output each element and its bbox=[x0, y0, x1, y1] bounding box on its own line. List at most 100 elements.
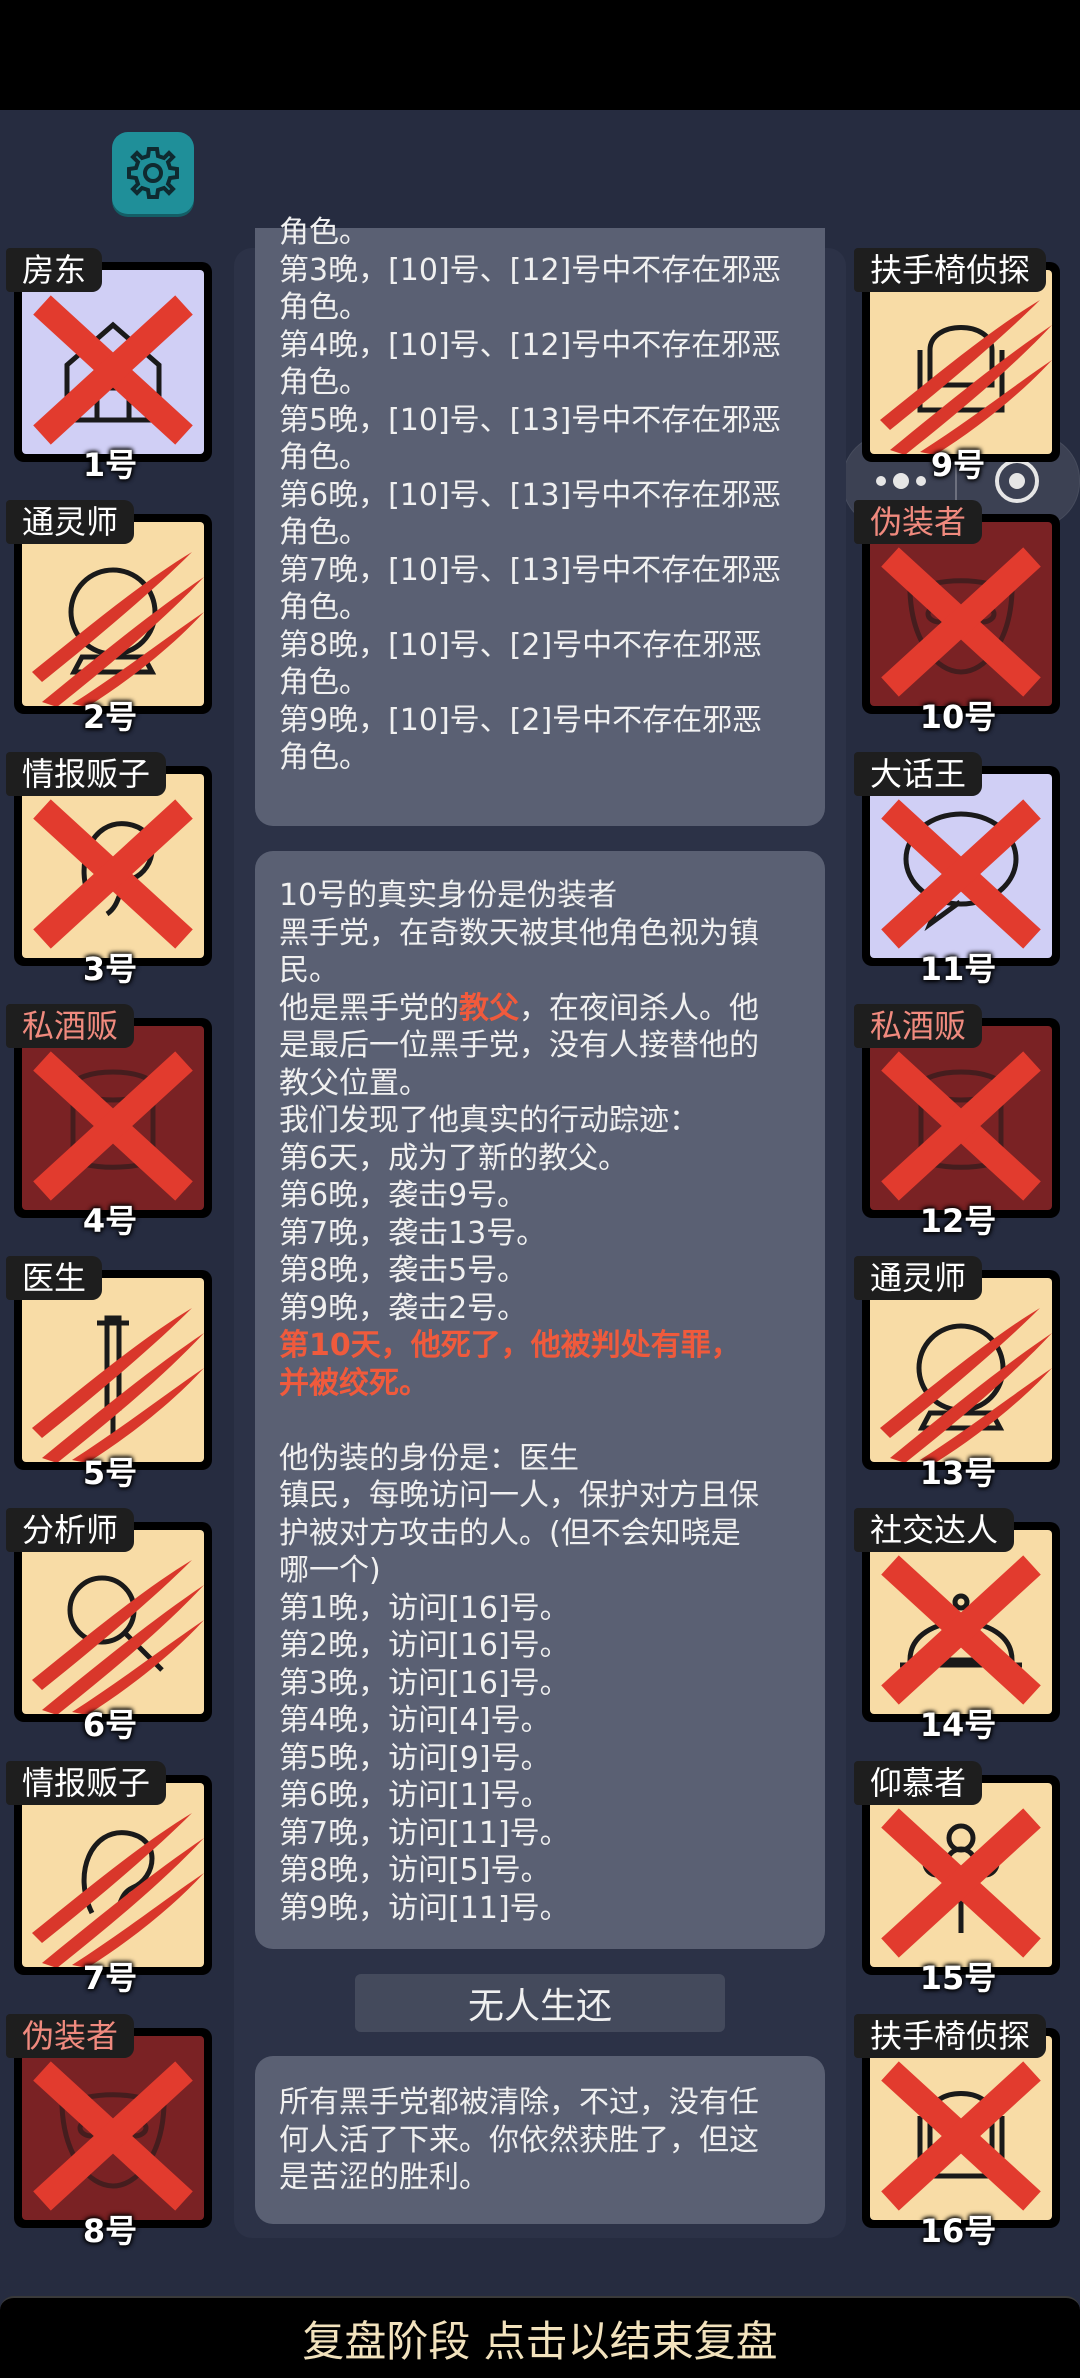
role-label: 情报贩子 bbox=[6, 1761, 167, 1805]
log-line: 角色。 bbox=[279, 740, 369, 775]
executed-x-mark bbox=[881, 799, 1041, 949]
portrait bbox=[870, 1278, 1052, 1462]
identity-line: 第9晚，访问[11]号。 bbox=[279, 1890, 570, 1926]
result-line: 所有黑手党都被清除，不过，没有任 bbox=[279, 2085, 759, 2120]
role-label: 社交达人 bbox=[854, 1508, 1015, 1552]
log-line: 第9晚，[10]号、[2]号中不存在邪恶 bbox=[279, 702, 763, 738]
executed-x-mark bbox=[33, 1051, 193, 1201]
claw-attack-mark bbox=[880, 1308, 1052, 1462]
identity-line: 10号的真实身份是伪装者 bbox=[279, 878, 618, 913]
godfather-highlight: 教父 bbox=[459, 990, 519, 1026]
role-label: 分析师 bbox=[6, 1508, 135, 1552]
identity-line: 哪一个) bbox=[279, 1553, 381, 1588]
result-text: 所有黑手党都被清除，不过，没有任 何人活了下来。你依然获胜了，但这 是苦涩的胜利… bbox=[279, 2084, 801, 2197]
player-number: 12号 bbox=[919, 1202, 997, 1240]
player-number: 6号 bbox=[82, 1706, 138, 1744]
status-bar bbox=[0, 0, 1080, 110]
identity-text: 他是黑手党的 bbox=[279, 990, 459, 1026]
player-card-left-4[interactable]: 私酒贩 4号 bbox=[6, 1004, 214, 1240]
portrait bbox=[22, 1783, 204, 1967]
executed-x-mark bbox=[33, 295, 193, 445]
portrait-frame bbox=[862, 1775, 1060, 1975]
result-card[interactable]: 所有黑手党都被清除，不过，没有任 何人活了下来。你依然获胜了，但这 是苦涩的胜利… bbox=[255, 2056, 825, 2224]
player-card-right-1[interactable]: 扶手椅侦探 9号 bbox=[854, 248, 1062, 484]
executed-x-mark bbox=[33, 799, 193, 949]
executed-x-mark bbox=[33, 2061, 193, 2211]
log-line: 角色。 bbox=[279, 365, 369, 400]
result-line: 是苦涩的胜利。 bbox=[279, 2160, 489, 2195]
player-card-right-6[interactable]: 社交达人 14号 bbox=[854, 1508, 1062, 1744]
player-card-right-5[interactable]: 通灵师 13号 bbox=[854, 1256, 1062, 1492]
log-line: 角色。 bbox=[279, 665, 369, 700]
claw-attack-mark bbox=[32, 1813, 204, 1967]
player-card-left-3[interactable]: 情报贩子 3号 bbox=[6, 752, 214, 988]
portrait bbox=[22, 270, 204, 454]
portrait bbox=[870, 2036, 1052, 2220]
player-card-right-8[interactable]: 扶手椅侦探 16号 bbox=[854, 2014, 1062, 2250]
log-line: 角色。 bbox=[279, 215, 369, 250]
identity-line: 是最后一位黑手党，没有人接替他的 bbox=[279, 1028, 759, 1063]
identity-line: 他是黑手党的教父，在夜间杀人。他 bbox=[279, 990, 801, 1028]
portrait bbox=[22, 1278, 204, 1462]
role-label: 扶手椅侦探 bbox=[854, 248, 1047, 292]
player-number: 3号 bbox=[82, 950, 138, 988]
player-card-right-3[interactable]: 大话王 11号 bbox=[854, 752, 1062, 988]
settings-button[interactable] bbox=[112, 132, 194, 214]
identity-line: 第8晚，袭击5号。 bbox=[279, 1253, 528, 1288]
end-review-button[interactable]: 复盘阶段 点击以结束复盘 bbox=[0, 2296, 1080, 2378]
identity-line: 教父位置。 bbox=[279, 1065, 429, 1101]
log-line: 第7晚，[10]号、[13]号中不存在邪恶 bbox=[279, 552, 782, 588]
log-line: 角色。 bbox=[279, 440, 369, 475]
log-line: 第4晚，[10]号、[12]号中不存在邪恶 bbox=[279, 327, 782, 363]
portrait bbox=[870, 522, 1052, 706]
player-card-right-4[interactable]: 私酒贩 12号 bbox=[854, 1004, 1062, 1240]
player-number: 1号 bbox=[82, 446, 138, 484]
log-line: 第5晚，[10]号、[13]号中不存在邪恶 bbox=[279, 402, 782, 438]
player-number: 10号 bbox=[919, 698, 997, 736]
role-label: 通灵师 bbox=[6, 500, 135, 544]
portrait bbox=[22, 774, 204, 958]
player-number: 9号 bbox=[930, 446, 986, 484]
role-label: 情报贩子 bbox=[6, 752, 167, 796]
log-line: 角色。 bbox=[279, 290, 369, 325]
player-card-left-1[interactable]: 房东 1号 bbox=[6, 248, 214, 484]
identity-line: 第7晚，袭击13号。 bbox=[279, 1215, 547, 1251]
role-label: 私酒贩 bbox=[854, 1004, 983, 1048]
investigation-log-card[interactable]: 角色。 第3晚，[10]号、[12]号中不存在邪恶 角色。 第4晚，[10]号、[12… bbox=[255, 215, 825, 826]
player-card-right-7[interactable]: 仰慕者 15号 bbox=[854, 1761, 1062, 1997]
portrait-frame bbox=[862, 1018, 1060, 1218]
identity-reveal-card[interactable]: 10号的真实身份是伪装者 黑手党，在奇数天被其他角色视为镇 民。 他是黑手党的教… bbox=[255, 851, 825, 1949]
player-card-left-2[interactable]: 通灵师 2号 bbox=[6, 500, 214, 736]
identity-line: 第5晚，访问[9]号。 bbox=[279, 1740, 551, 1776]
log-line: 角色。 bbox=[279, 590, 369, 625]
role-label: 扶手椅侦探 bbox=[854, 2014, 1047, 2058]
identity-line: 民。 bbox=[279, 953, 339, 988]
claw-attack-mark bbox=[880, 300, 1052, 454]
executed-x-mark bbox=[881, 1808, 1041, 1958]
identity-line: 护被对方攻击的人。(但不会知晓是 bbox=[279, 1515, 741, 1551]
executed-x-mark bbox=[881, 547, 1041, 697]
identity-line: 第6天，成为了新的教父。 bbox=[279, 1140, 629, 1176]
identity-line: 第4晚，访问[4]号。 bbox=[279, 1703, 551, 1738]
portrait bbox=[22, 1026, 204, 1210]
portrait-frame bbox=[862, 2028, 1060, 2228]
player-card-left-6[interactable]: 分析师 6号 bbox=[6, 1508, 214, 1744]
investigation-log-text: 角色。 第3晚，[10]号、[12]号中不存在邪恶 角色。 第4晚，[10]号、[12… bbox=[279, 215, 801, 777]
portrait-frame bbox=[14, 514, 212, 714]
player-card-left-8[interactable]: 伪装者 8号 bbox=[6, 2014, 214, 2250]
player-card-right-2[interactable]: 伪装者 10号 bbox=[854, 500, 1062, 736]
portrait-frame bbox=[862, 262, 1060, 462]
player-card-left-7[interactable]: 情报贩子 7号 bbox=[6, 1761, 214, 1997]
portrait bbox=[22, 1530, 204, 1714]
role-label: 通灵师 bbox=[854, 1256, 983, 1300]
player-card-left-5[interactable]: 医生 5号 bbox=[6, 1256, 214, 1492]
identity-line: 他伪装的身份是：医生 bbox=[279, 1440, 579, 1476]
role-label: 仰慕者 bbox=[854, 1761, 983, 1805]
player-number: 7号 bbox=[82, 1959, 138, 1997]
executed-x-mark bbox=[881, 1555, 1041, 1705]
identity-text: ，在夜间杀人。他 bbox=[519, 990, 759, 1026]
result-line: 何人活了下来。你依然获胜了，但这 bbox=[279, 2122, 759, 2158]
role-label: 医生 bbox=[6, 1256, 103, 1300]
portrait bbox=[870, 270, 1052, 454]
